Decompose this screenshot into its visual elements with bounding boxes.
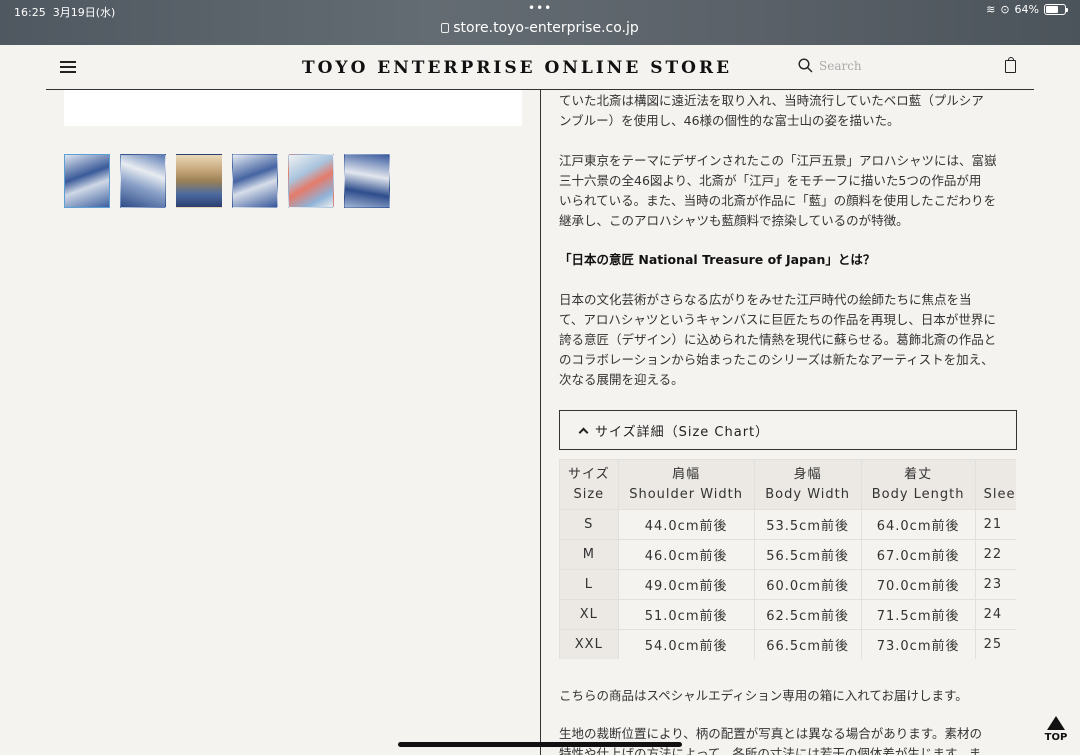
section-heading: 「日本の意匠 National Treasure of Japan」とは？ [559,252,876,267]
table-cell: 70.0cm前後 [860,569,976,600]
status-time: 16:25 3月19日(水) [14,6,116,19]
product-thumbnail[interactable] [120,154,166,208]
arrow-up-icon [1047,716,1065,730]
column-divider [540,90,541,755]
table-cell: 60.0cm前後 [753,569,862,600]
table-cell: 62.5cm前後 [753,599,862,630]
description-paragraph: ていた北斎は構図に遠近法を取り入れ、当時流行していたベロ藍（プルシア ンブルー）… [559,93,984,128]
table-cell: 49.0cm前後 [617,569,755,600]
table-cell: 44.0cm前後 [617,509,755,540]
table-cell: XL [559,599,619,630]
table-header: 肩幅 Shoulder Width [617,459,755,510]
size-chart-label: サイズ詳細（Size Chart） [595,424,770,440]
product-note: 生地の裁断位置により、柄の配置が写真とは異なる場合があります。素材の 特性や仕上… [559,726,983,755]
table-cell: 73.0cm前後 [860,629,976,659]
lock-icon [441,23,450,33]
table-cell: 71.5cm前後 [860,599,976,630]
table-cell: 22 [974,539,1016,570]
shopping-bag-icon[interactable] [1005,57,1016,73]
search-icon[interactable] [798,58,813,73]
site-header: TOYO ENTERPRISE ONLINE STORE [46,45,1034,90]
table-row: M 46.0cm前後 56.5cm前後 67.0cm前後 22 [559,539,1016,570]
table-cell: 24 [974,599,1016,630]
table-cell: 51.0cm前後 [617,599,755,630]
table-cell: 64.0cm前後 [860,509,976,540]
table-row: S 44.0cm前後 53.5cm前後 64.0cm前後 21 [559,509,1016,540]
ios-status-bar: 16:25 3月19日(水) ••• store.toyo-enterprise… [0,0,1080,45]
orientation-lock-icon: ⊙ [1000,3,1010,16]
home-indicator[interactable] [398,742,682,747]
table-header: 身幅 Body Width [753,459,862,510]
table-cell: L [559,569,619,600]
product-thumbnail[interactable] [288,154,334,208]
table-cell: 25 [974,629,1016,659]
product-thumbnail[interactable] [344,154,390,208]
search-input[interactable] [819,58,889,73]
product-thumbnail[interactable] [64,154,110,208]
wifi-icon: ≋ [986,3,996,16]
table-cell: 67.0cm前後 [860,539,976,570]
battery-icon [1044,4,1068,15]
product-thumbnails [64,154,390,208]
table-cell: 23 [974,569,1016,600]
table-cell: 54.0cm前後 [617,629,755,659]
product-thumbnail[interactable] [176,154,222,208]
table-header: 着丈 Body Length [860,459,976,510]
product-thumbnail[interactable] [232,154,278,208]
multitasking-dots-icon[interactable]: ••• [528,1,552,15]
size-chart-toggle[interactable]: サイズ詳細（Size Chart） [559,410,1017,450]
search-box[interactable] [798,58,889,73]
table-row: L 49.0cm前後 60.0cm前後 70.0cm前後 23 [559,569,1016,600]
table-header: サイズ Size [559,459,619,510]
back-to-top-label: TOP [1044,732,1068,743]
back-to-top-button[interactable]: TOP [1039,716,1073,750]
table-cell: M [559,539,619,570]
battery-percent: 64% [1014,3,1039,16]
table-cell: 56.5cm前後 [753,539,862,570]
table-header: Slee [974,459,1016,510]
table-cell: 46.0cm前後 [617,539,755,570]
table-cell: 53.5cm前後 [753,509,862,540]
size-chart-table: サイズ Size 肩幅 Shoulder Width 身幅 Body Width 着丈… [559,459,1016,659]
table-row: XXL 54.0cm前後 66.5cm前後 73.0cm前後 25 [559,629,1016,659]
table-cell: 66.5cm前後 [753,629,862,659]
table-cell: XXL [559,629,619,659]
description-paragraph: 日本の文化芸術がさらなる広がりをみせた江戸時代の絵師たちに焦点を当 て、アロハシ… [559,292,997,387]
status-indicators: ≋ ⊙ 64% [986,3,1068,16]
product-main-image[interactable] [64,90,522,126]
address-bar[interactable]: store.toyo-enterprise.co.jp [0,20,1080,36]
table-cell: S [559,509,619,540]
chevron-up-icon [578,427,589,437]
table-row: XL 51.0cm前後 62.5cm前後 71.5cm前後 24 [559,599,1016,630]
table-cell: 21 [974,509,1016,540]
description-paragraph: 江戸東京をテーマにデザインされたこの「江戸五景」アロハシャツには、富嶽 三十六景… [559,153,997,228]
packaging-note: こちらの商品はスペシャルエディション専用の箱に入れてお届けします。 [559,688,968,703]
